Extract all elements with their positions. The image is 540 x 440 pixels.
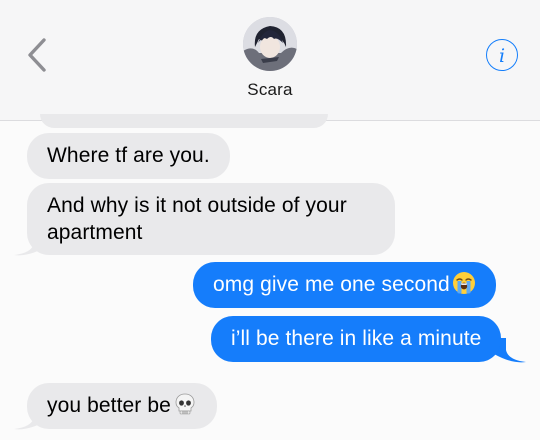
incoming-message[interactable]: you better be (27, 383, 217, 429)
chevron-left-icon (28, 38, 46, 72)
info-icon: i (498, 44, 506, 67)
outgoing-message[interactable]: omg give me one second (193, 262, 496, 308)
conversation-header: Scara i (0, 0, 540, 121)
imessage-conversation: Scara i Where tf are you. And why is it … (0, 0, 540, 440)
loudly-crying-face-icon (452, 272, 475, 294)
contact-avatar[interactable] (243, 17, 297, 71)
avatar-image (243, 17, 297, 71)
skull-icon (175, 393, 195, 415)
message-text: i’ll be there in like a minute (231, 327, 482, 350)
outgoing-message[interactable]: i’ll be there in like a minute (211, 316, 502, 362)
previous-message-bubble (40, 114, 328, 128)
message-text: you better be (47, 394, 171, 417)
contact-name[interactable]: Scara (0, 80, 540, 100)
incoming-message[interactable]: And why is it not outside of your apartm… (27, 183, 395, 255)
incoming-message[interactable]: Where tf are you. (27, 133, 230, 179)
message-text: omg give me one second (213, 273, 450, 296)
message-text: And why is it not outside of your apartm… (47, 194, 347, 244)
info-button[interactable]: i (486, 39, 518, 71)
back-button[interactable] (20, 36, 54, 74)
message-text: Where tf are you. (47, 144, 210, 167)
